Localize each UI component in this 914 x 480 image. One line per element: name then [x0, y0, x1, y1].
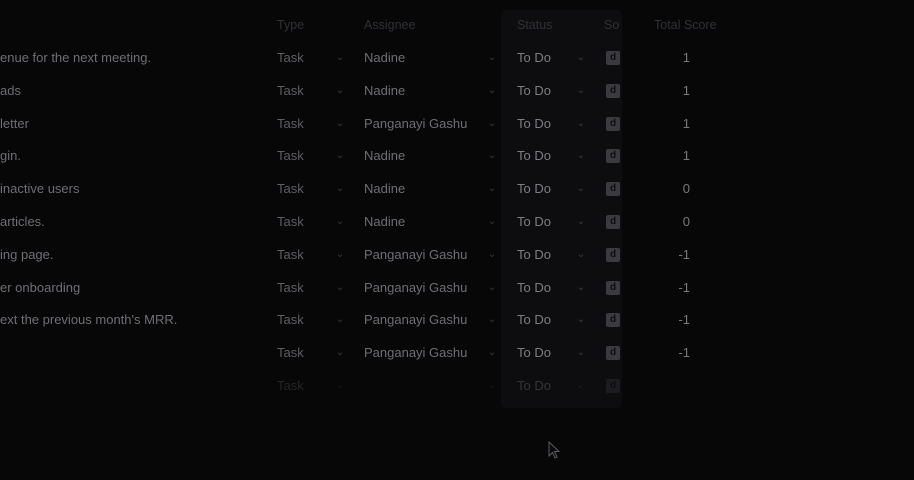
chevron-down-icon[interactable]: ⌄ [487, 42, 497, 74]
chevron-down-icon[interactable]: ⌄ [335, 304, 345, 336]
chevron-down-icon[interactable]: ⌄ [335, 337, 345, 369]
table-row[interactable]: inactive users Task ⌄ Nadine ⌄ To Do ⌄ d… [0, 173, 914, 205]
table-header-row: Type Assignee Status So Total Score [0, 9, 914, 41]
score-icon[interactable]: d [606, 215, 620, 229]
task-name[interactable]: letter [0, 108, 268, 140]
task-name[interactable] [0, 370, 268, 402]
score-icon[interactable]: d [606, 346, 620, 361]
chevron-down-icon[interactable]: ⌄ [576, 272, 586, 304]
total-score: 1 [682, 50, 690, 65]
total-score [640, 370, 690, 402]
total-score: -1 [678, 246, 690, 262]
chevron-down-icon[interactable]: ⌄ [576, 173, 586, 205]
chevron-down-icon[interactable]: ⌄ [335, 239, 345, 271]
chevron-down-icon[interactable]: ⌄ [576, 337, 586, 369]
table-row[interactable]: Task ⌄ ⌄ To Do ⌄ d [0, 370, 914, 402]
chevron-down-icon[interactable]: ⌄ [335, 370, 345, 402]
chevron-down-icon[interactable]: ⌄ [487, 239, 497, 271]
chevron-down-icon[interactable]: ⌄ [576, 42, 586, 74]
task-name[interactable]: inactive users [0, 173, 268, 205]
assignee-select[interactable]: Nadine [364, 140, 502, 172]
chevron-down-icon[interactable]: ⌄ [487, 75, 497, 107]
task-name[interactable]: ads [0, 75, 268, 107]
score-icon[interactable]: d [606, 247, 620, 262]
assignee-select[interactable]: Nadine [364, 173, 502, 205]
chevron-down-icon[interactable]: ⌄ [487, 370, 497, 402]
task-name[interactable] [0, 337, 268, 369]
assignee-select[interactable]: Panganayi Gashu [364, 239, 502, 271]
chevron-down-icon[interactable]: ⌄ [576, 206, 586, 238]
chevron-down-icon[interactable]: ⌄ [335, 140, 345, 172]
score-icon[interactable]: d [606, 313, 620, 328]
table-row[interactable]: letter Task ⌄ Panganayi Gashu ⌄ To Do ⌄ … [0, 108, 914, 140]
chevron-down-icon[interactable]: ⌄ [335, 173, 345, 205]
mouse-pointer-icon [548, 441, 561, 459]
chevron-down-icon[interactable]: ⌄ [335, 42, 345, 74]
table-row[interactable]: er onboarding Task ⌄ Panganayi Gashu ⌄ T… [0, 272, 914, 304]
total-score: 1 [682, 115, 690, 131]
score-icon[interactable]: d [606, 182, 620, 197]
chevron-down-icon[interactable]: ⌄ [487, 108, 497, 140]
task-name[interactable]: enue for the next meeting. [0, 42, 268, 74]
chevron-down-icon[interactable]: ⌄ [576, 75, 586, 107]
task-name[interactable]: ing page. [0, 239, 268, 271]
assignee-select[interactable] [364, 370, 502, 402]
total-score: 0 [682, 214, 690, 229]
score-icon[interactable]: d [606, 83, 620, 98]
table-row[interactable]: gin. Task ⌄ Nadine ⌄ To Do ⌄ d 1 [0, 140, 914, 172]
chevron-down-icon[interactable]: ⌄ [335, 206, 345, 238]
task-name[interactable]: ext the previous month's MRR. [0, 304, 268, 336]
column-header-assignee[interactable]: Assignee [364, 9, 502, 41]
chevron-down-icon[interactable]: ⌄ [576, 239, 586, 271]
total-score: -1 [678, 312, 690, 328]
total-score: 1 [682, 148, 690, 164]
column-header-type[interactable]: Type [277, 9, 352, 41]
score-icon[interactable]: d [606, 379, 620, 393]
total-score: 1 [682, 82, 690, 98]
table-row[interactable]: articles. Task ⌄ Nadine ⌄ To Do ⌄ d 0 [0, 206, 914, 238]
total-score: 0 [682, 181, 690, 197]
chevron-down-icon[interactable]: ⌄ [335, 75, 345, 107]
table-row[interactable]: enue for the next meeting. Task ⌄ Nadine… [0, 42, 914, 74]
assignee-select[interactable]: Nadine [364, 75, 502, 107]
chevron-down-icon[interactable]: ⌄ [576, 140, 586, 172]
chevron-down-icon[interactable]: ⌄ [335, 108, 345, 140]
column-header-total-score[interactable]: Total Score [654, 9, 734, 41]
chevron-down-icon[interactable]: ⌄ [576, 304, 586, 336]
task-name[interactable]: gin. [0, 140, 268, 172]
assignee-select[interactable]: Nadine [364, 206, 502, 238]
total-score: -1 [678, 279, 690, 295]
chevron-down-icon[interactable]: ⌄ [487, 337, 497, 369]
score-icon[interactable]: d [606, 51, 620, 65]
assignee-select[interactable]: Panganayi Gashu [364, 108, 502, 140]
table-row[interactable]: ads Task ⌄ Nadine ⌄ To Do ⌄ d 1 [0, 75, 914, 107]
score-icon[interactable]: d [606, 280, 620, 295]
task-table: Type Assignee Status So Total Score enue… [0, 0, 914, 480]
assignee-select[interactable]: Panganayi Gashu [364, 337, 502, 369]
chevron-down-icon[interactable]: ⌄ [487, 206, 497, 238]
table-row[interactable]: ext the previous month's MRR. Task ⌄ Pan… [0, 304, 914, 336]
assignee-select[interactable]: Panganayi Gashu [364, 272, 502, 304]
table-row[interactable]: Task ⌄ Panganayi Gashu ⌄ To Do ⌄ d -1 [0, 337, 914, 369]
chevron-down-icon[interactable]: ⌄ [487, 173, 497, 205]
column-header-score[interactable]: So [604, 9, 626, 41]
assignee-select[interactable]: Panganayi Gashu [364, 304, 502, 336]
task-name[interactable]: er onboarding [0, 272, 268, 304]
score-icon[interactable]: d [606, 149, 620, 164]
assignee-select[interactable]: Nadine [364, 42, 502, 74]
chevron-down-icon[interactable]: ⌄ [576, 370, 586, 402]
chevron-down-icon[interactable]: ⌄ [335, 272, 345, 304]
chevron-down-icon[interactable]: ⌄ [487, 140, 497, 172]
score-icon[interactable]: d [606, 116, 620, 131]
chevron-down-icon[interactable]: ⌄ [487, 272, 497, 304]
chevron-down-icon[interactable]: ⌄ [576, 108, 586, 140]
chevron-down-icon[interactable]: ⌄ [487, 304, 497, 336]
column-header-status[interactable]: Status [517, 9, 597, 41]
total-score: -1 [678, 345, 690, 361]
task-name[interactable]: articles. [0, 206, 268, 238]
table-row[interactable]: ing page. Task ⌄ Panganayi Gashu ⌄ To Do… [0, 239, 914, 271]
